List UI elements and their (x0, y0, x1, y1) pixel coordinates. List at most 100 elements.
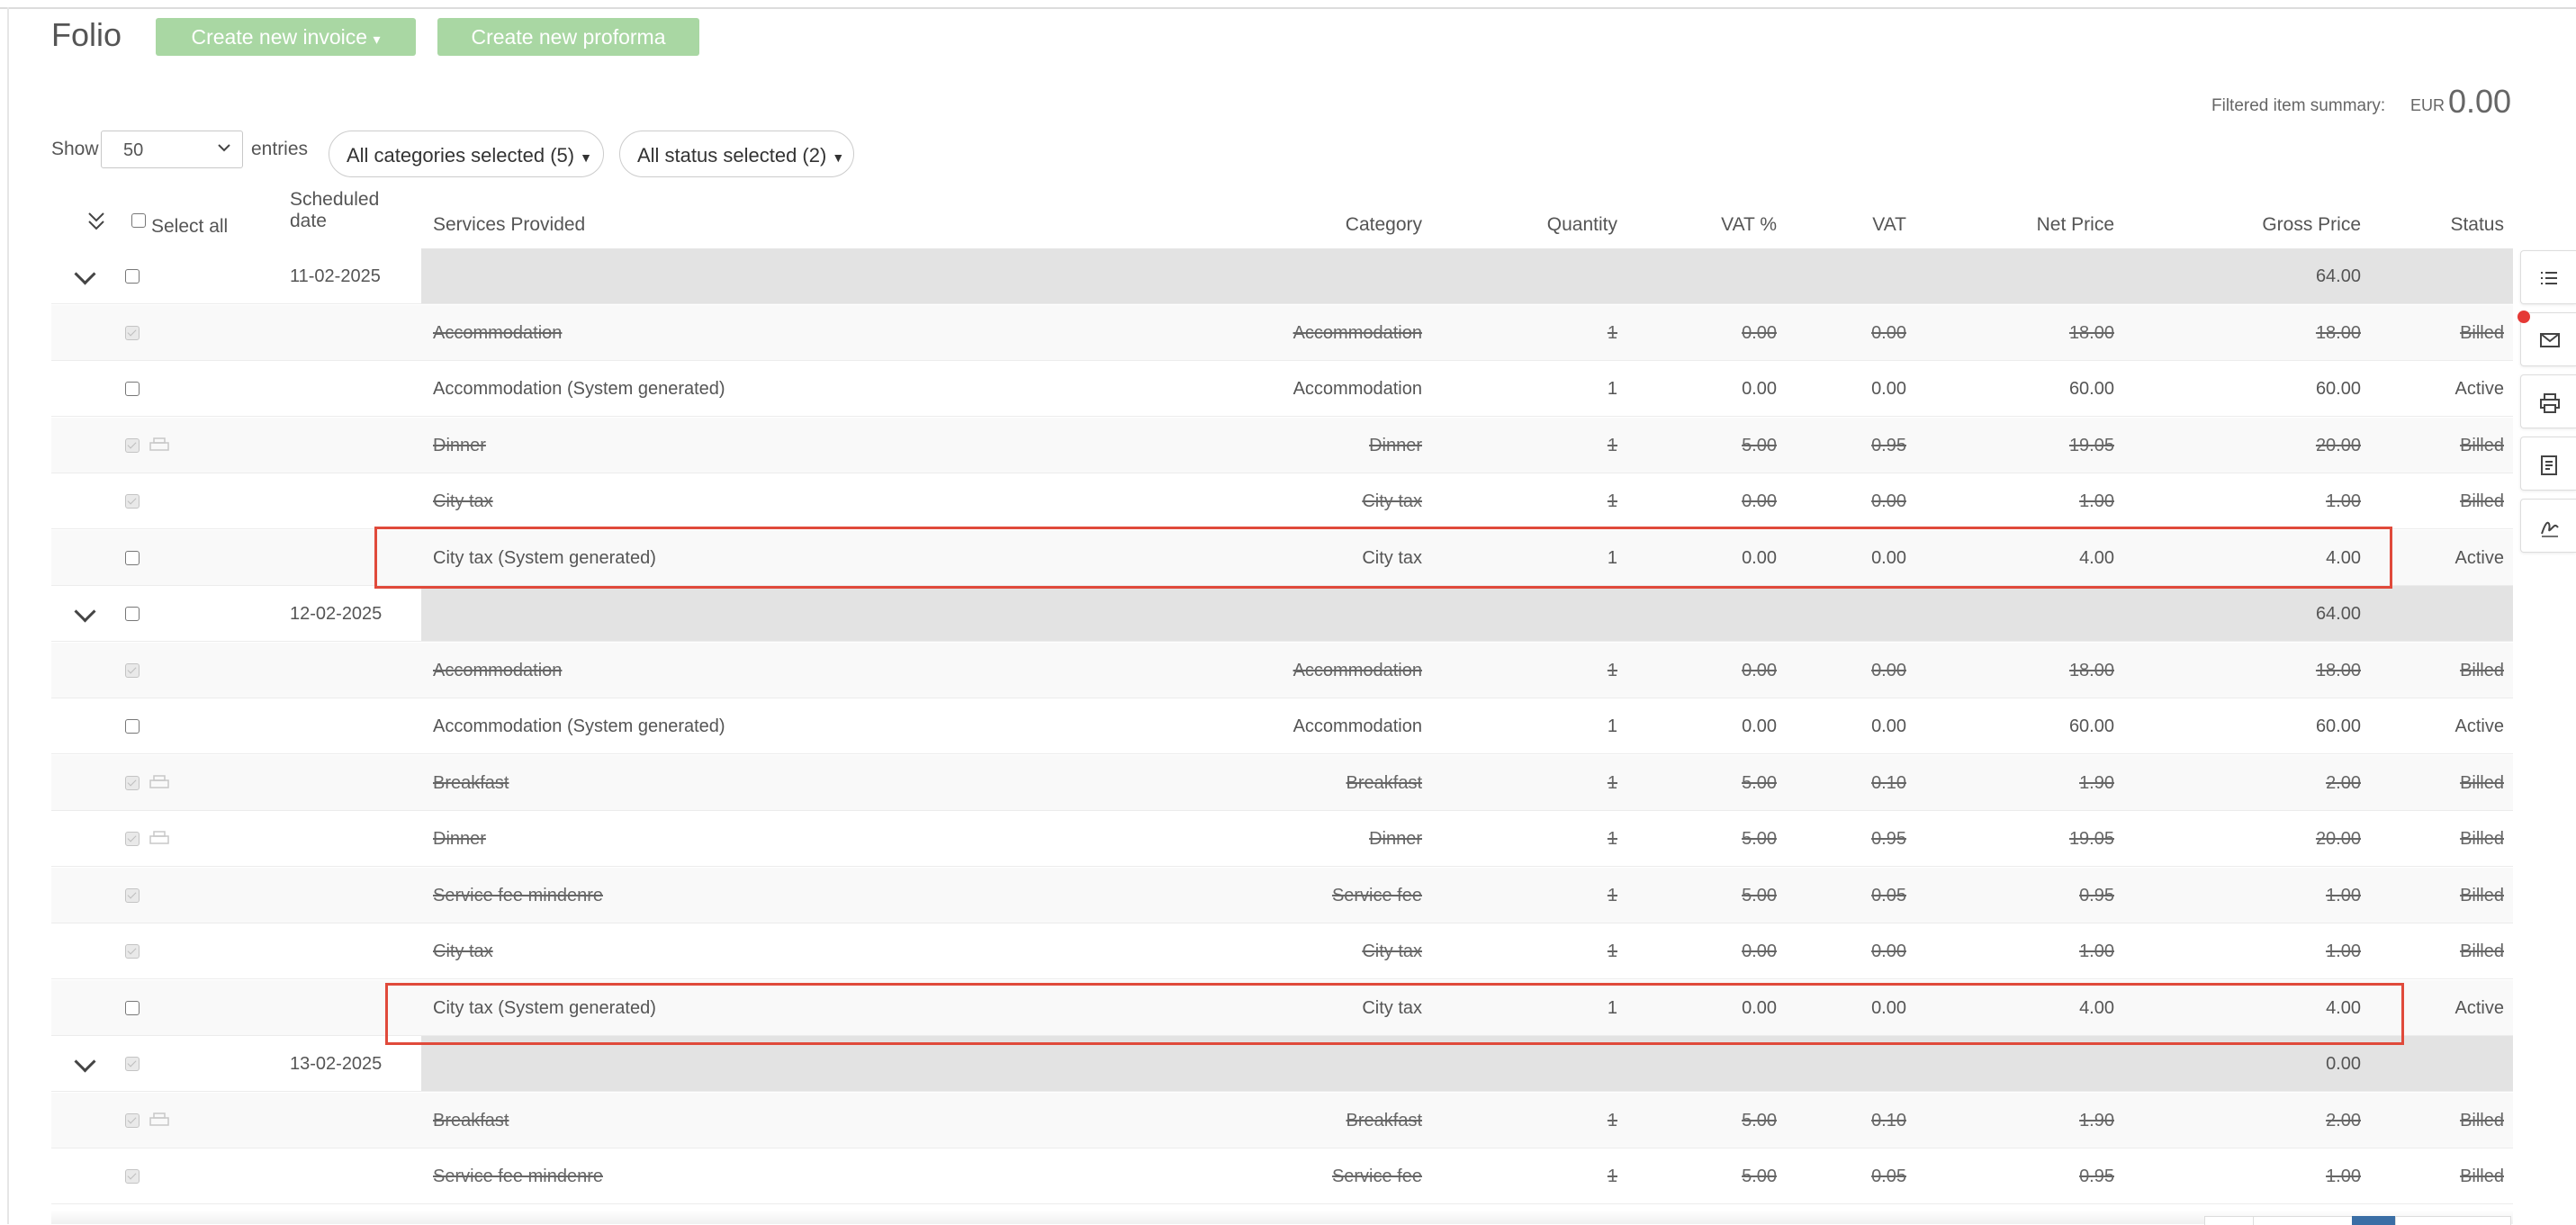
category: City tax (1362, 941, 1422, 961)
select-all-checkbox[interactable] (131, 213, 146, 228)
table-row[interactable]: Accommodation Accommodation 1 0.00 0.00 18.00… (51, 305, 2513, 361)
vat-amount: 0.10 (1871, 773, 1906, 793)
status: Billed (2460, 941, 2504, 961)
table-row[interactable]: Dinner Dinner 1 5.00 0.95 19.05 20.00 Billed (51, 811, 2513, 867)
net-price: 1.90 (2079, 1111, 2114, 1130)
header-services: Services Provided (433, 214, 586, 235)
chevron-down-icon[interactable] (74, 600, 96, 623)
status: Billed (2460, 886, 2504, 905)
table-row[interactable]: Breakfast Breakfast 1 5.00 0.10 1.90 2.00 Bille… (51, 1093, 2513, 1148)
entries-value: 50 (123, 140, 144, 160)
page-title: Folio (51, 16, 122, 53)
table-row[interactable]: Service fee mindenre Service fee 1 5.00 0.05… (51, 868, 2513, 923)
service-name: Accommodation (System generated) (433, 379, 725, 399)
status-filter[interactable]: All status selected (2) ▼ (619, 131, 854, 177)
list-button[interactable] (2520, 250, 2576, 304)
highlight-box (374, 527, 2392, 589)
vat-amount: 0.00 (1871, 491, 1906, 511)
signature-icon (2541, 521, 2559, 537)
printer-icon (149, 1112, 169, 1126)
table-row[interactable]: Accommodation (System generated) Accommod… (51, 698, 2513, 754)
quantity: 1 (1607, 1166, 1617, 1186)
chevron-down-icon (218, 144, 230, 152)
net-price: 19.05 (2068, 436, 2114, 455)
caret-down-icon: ▼ (580, 150, 592, 165)
quantity: 1 (1607, 941, 1617, 961)
entries-select[interactable]: 50 (101, 131, 243, 168)
vat-amount: 0.10 (1871, 1111, 1906, 1130)
row-checkbox[interactable] (125, 382, 140, 396)
group-checkbox (125, 1057, 140, 1071)
expand-all-icon[interactable] (86, 210, 106, 233)
bottom-fade (51, 1211, 2513, 1224)
header-category: Category (1345, 214, 1422, 235)
status: Billed (2460, 436, 2504, 455)
gross-price: 1.00 (2326, 1166, 2361, 1186)
quantity: 1 (1607, 323, 1617, 343)
document-icon (2541, 455, 2557, 475)
header-quantity: Quantity (1546, 214, 1617, 235)
row-checkbox[interactable] (125, 719, 140, 734)
printer-icon (149, 437, 169, 451)
table-row[interactable]: City tax City tax 1 0.00 0.00 1.00 1.00 Billed (51, 473, 2513, 529)
table-row[interactable]: Service fee mindenre Service fee 1 5.00 0.05… (51, 1148, 2513, 1204)
status: Billed (2460, 773, 2504, 793)
quantity: 1 (1607, 829, 1617, 849)
signature-button[interactable] (2520, 499, 2576, 553)
vat-percent: 5.00 (1742, 1111, 1777, 1130)
category: Accommodation (1293, 716, 1422, 736)
net-price: 60.00 (2068, 379, 2114, 399)
vat-percent: 0.00 (1742, 716, 1777, 736)
printer-icon (2540, 393, 2560, 413)
net-price: 18.00 (2068, 323, 2114, 343)
status: Billed (2460, 323, 2504, 343)
vat-amount: 0.95 (1871, 829, 1906, 849)
row-checkbox (125, 438, 140, 453)
print-button[interactable] (2520, 374, 2576, 428)
service-name: Accommodation (System generated) (433, 716, 725, 736)
group-checkbox[interactable] (125, 607, 140, 621)
vat-percent: 0.00 (1742, 379, 1777, 399)
show-label: Show (51, 139, 99, 159)
status-filter-label: All status selected (2) (637, 144, 827, 167)
quantity: 1 (1607, 379, 1617, 399)
vat-percent: 5.00 (1742, 773, 1777, 793)
gross-price: 60.00 (2315, 379, 2361, 399)
table-row[interactable]: Dinner Dinner 1 5.00 0.95 19.05 20.00 Billed (51, 418, 2513, 473)
status: Billed (2460, 829, 2504, 849)
table-row[interactable]: Accommodation Accommodation 1 0.00 0.00 18.00… (51, 643, 2513, 698)
header-vat-pct: VAT % (1721, 214, 1777, 235)
vat-amount: 0.00 (1871, 716, 1906, 736)
summary-currency: EUR (2410, 96, 2445, 114)
table-row[interactable]: Accommodation (System generated) Accommod… (51, 361, 2513, 417)
gross-price: 2.00 (2326, 773, 2361, 793)
gross-price: 18.00 (2315, 661, 2361, 680)
printer-icon (149, 775, 169, 788)
create-proforma-button[interactable]: Create new proforma (437, 18, 699, 56)
row-checkbox[interactable] (125, 1001, 140, 1015)
vat-percent: 0.00 (1742, 941, 1777, 961)
vat-percent: 5.00 (1742, 436, 1777, 455)
status: Billed (2460, 1166, 2504, 1186)
row-checkbox (125, 776, 140, 790)
summary-value: 0.00 (2448, 83, 2512, 120)
chevron-down-icon[interactable] (74, 263, 96, 285)
quantity: 1 (1607, 436, 1617, 455)
create-invoice-button[interactable]: Create new invoice ▾ (156, 18, 416, 56)
net-price: 1.00 (2079, 491, 2114, 511)
header-select-all: Select all (151, 216, 229, 237)
document-button[interactable] (2520, 437, 2576, 491)
group-total: 64.00 (2315, 266, 2361, 286)
chevron-down-icon[interactable] (74, 1050, 96, 1073)
row-checkbox[interactable] (125, 551, 140, 565)
group-checkbox[interactable] (125, 269, 140, 284)
vat-percent: 5.00 (1742, 829, 1777, 849)
quantity: 1 (1607, 773, 1617, 793)
create-invoice-label: Create new invoice (191, 25, 368, 49)
category: Accommodation (1293, 661, 1422, 680)
service-name: City tax (433, 941, 493, 961)
vat-amount: 0.00 (1871, 661, 1906, 680)
categories-filter[interactable]: All categories selected (5) ▼ (329, 131, 604, 177)
table-row[interactable]: City tax City tax 1 0.00 0.00 1.00 1.00 Billed (51, 923, 2513, 979)
table-row[interactable]: Breakfast Breakfast 1 5.00 0.10 1.90 2.00 Bille… (51, 755, 2513, 811)
